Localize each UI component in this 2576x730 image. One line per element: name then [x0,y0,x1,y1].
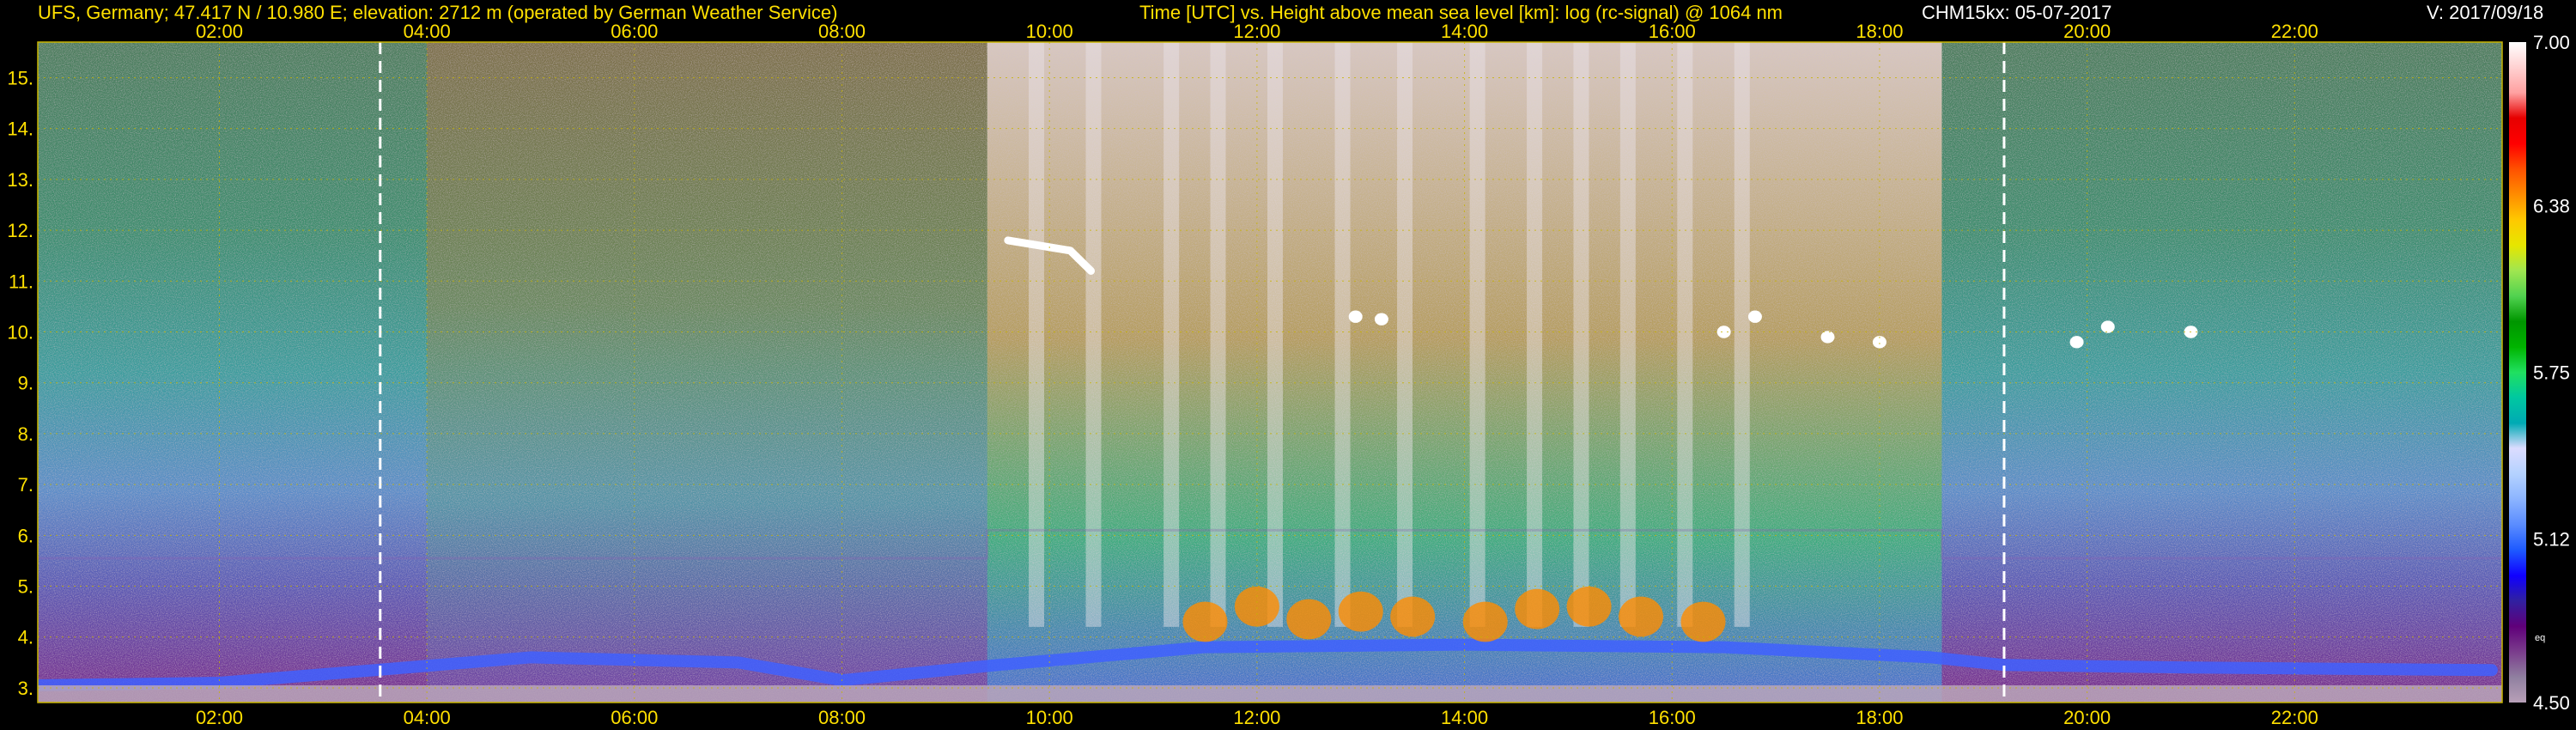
cloud-10km-point [2069,336,2084,349]
x-tick-label-top: 22:00 [2271,21,2318,42]
x-tick-label-top: 14:00 [1441,21,1488,42]
x-tick-label-bottom: 18:00 [1856,707,1903,728]
cloud-10km-point [1348,310,1363,323]
cloud-10km-point [1374,313,1388,325]
signal-streak [1527,42,1543,627]
colorbar-gradient [2509,42,2526,703]
convective-plumes-point [1566,586,1612,627]
x-tick-label-bottom: 04:00 [404,707,451,728]
colorbar-tick-label: 5.12 [2533,528,2570,550]
cloud-10km-point [1747,310,1762,323]
y-axis: 3. 4. 5. 6. 7. 8. 9. 10. 11. 12. 13. 14. 15. [7,67,33,699]
x-tick-label-top: 04:00 [404,21,451,42]
x-tick-label-bottom: 22:00 [2271,707,2318,728]
x-tick-label-top: 02:00 [196,21,243,42]
ceilometer-chart: UFS, Germany; 47.417 N / 10.980 E; eleva… [7,2,2570,728]
colorbar-tick-label: 5.75 [2533,362,2570,384]
y-tick-label: 10. [7,321,33,343]
x-tick-label-top: 12:00 [1233,21,1280,42]
signal-streak [1677,42,1693,627]
colorbar-small-label: eq [2535,633,2545,643]
x-axis-top: 02:00 04:00 06:00 08:00 10:00 12:00 14:00 16:00… [196,21,2318,42]
x-tick-label-top: 08:00 [818,21,866,42]
y-tick-label: 4. [18,627,33,648]
convective-plumes-point [1619,596,1664,637]
version-label: V: 2017/09/18 [2427,2,2543,23]
colorbar: 7.00 6.38 5.75 5.12 4.50 eq [2509,32,2570,714]
x-tick-label-bottom: 10:00 [1026,707,1073,728]
signal-streak [1734,42,1750,627]
x-tick-label-top: 18:00 [1856,21,1903,42]
x-tick-label-bottom: 02:00 [196,707,243,728]
signal-streak [1210,42,1226,627]
y-tick-label: 14. [7,119,33,140]
x-axis-bottom: 02:00 04:00 06:00 08:00 10:00 12:00 14:00 16:00… [196,707,2318,728]
colorbar-tick-label: 4.50 [2533,692,2570,714]
y-tick-label: 11. [9,271,33,292]
y-tick-label: 13. [7,169,33,191]
cloud-10km-point [1716,325,1731,338]
convective-plumes-point [1338,591,1383,632]
cloud-10km-point [1820,331,1835,344]
colorbar-ticks: 7.00 6.38 5.75 5.12 4.50 [2533,32,2570,714]
y-tick-label: 9. [18,373,33,394]
signal-streak [1267,42,1283,627]
signal-streak [1469,42,1485,627]
y-tick-label: 15. [7,67,33,88]
y-tick-label: 12. [7,220,33,241]
x-tick-label-bottom: 16:00 [1649,707,1696,728]
convective-plumes-point [1515,588,1560,630]
signal-streak [1619,42,1636,627]
x-tick-label-top: 20:00 [2063,21,2111,42]
signal-streak [1573,42,1589,627]
convective-plumes-point [1680,601,1726,642]
y-tick-label: 7. [18,474,33,496]
x-tick-label-top: 10:00 [1026,21,1073,42]
y-tick-label: 6. [18,525,33,546]
signal-streak [1334,42,1351,627]
convective-plumes-point [1390,596,1436,637]
x-tick-label-top: 06:00 [611,21,658,42]
y-tick-label: 8. [18,423,33,445]
x-tick-label-bottom: 06:00 [611,707,658,728]
y-tick-label: 3. [18,678,33,699]
signal-streak [1029,42,1045,627]
convective-plumes-point [1182,601,1228,642]
x-tick-label-bottom: 20:00 [2063,707,2111,728]
signal-streak [1085,42,1102,627]
y-tick-label: 5. [18,576,33,598]
cloud-10km-point [2100,320,2115,333]
x-tick-label-bottom: 14:00 [1441,707,1488,728]
x-tick-label-bottom: 08:00 [818,707,866,728]
convective-plumes-point [1462,601,1508,642]
convective-plumes-point [1286,599,1332,640]
colorbar-tick-label: 6.38 [2533,196,2570,217]
signal-streak [1163,42,1180,627]
plot-area [38,42,2502,703]
x-tick-label-top: 16:00 [1649,21,1696,42]
signal-streak [1397,42,1413,627]
colorbar-tick-label: 7.00 [2533,32,2570,53]
x-tick-label-bottom: 12:00 [1233,707,1280,728]
